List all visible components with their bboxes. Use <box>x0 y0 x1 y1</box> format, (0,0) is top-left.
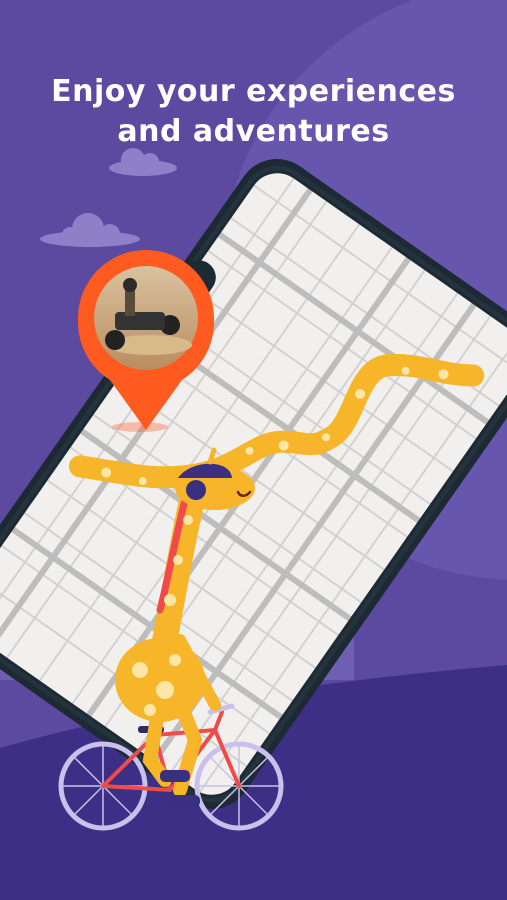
headline: Enjoy your experiences and adventures <box>0 72 507 152</box>
cloud-icon <box>109 148 177 176</box>
onboarding-screen: Enjoy your experiences and adventures <box>0 0 507 900</box>
headphones <box>186 480 206 500</box>
headline-line-2: and adventures <box>117 114 390 149</box>
cloud-icon <box>40 213 140 247</box>
headline-line-1: Enjoy your experiences <box>51 74 456 109</box>
